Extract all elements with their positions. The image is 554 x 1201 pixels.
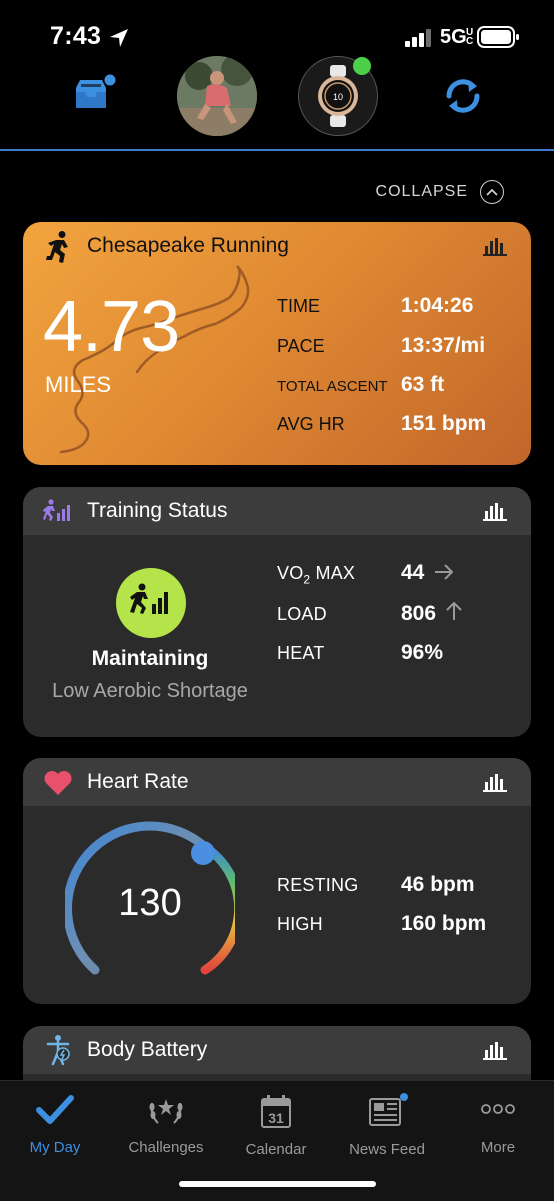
home-indicator bbox=[179, 1181, 376, 1187]
device-watch-button[interactable]: 10 bbox=[298, 56, 378, 136]
high-hr-label: HIGH bbox=[277, 914, 323, 934]
tab-label: More bbox=[480, 1139, 516, 1156]
arrow-right-icon bbox=[435, 564, 454, 580]
stat-label-time: TIME bbox=[277, 296, 320, 316]
collapse-button[interactable]: COLLAPSE bbox=[376, 180, 504, 204]
chart-icon[interactable] bbox=[483, 772, 507, 792]
sync-icon[interactable] bbox=[442, 76, 484, 116]
collapse-label: COLLAPSE bbox=[375, 183, 468, 200]
chart-icon[interactable] bbox=[483, 501, 507, 521]
chart-icon[interactable] bbox=[483, 236, 507, 256]
training-status-value: Maintaining bbox=[91, 647, 209, 670]
chevron-up-icon bbox=[480, 180, 504, 204]
stat-label-avg-hr: AVG HR bbox=[277, 414, 345, 434]
stat-label-ascent: TOTAL ASCENT bbox=[277, 378, 388, 395]
calendar-icon: 31 bbox=[261, 1095, 291, 1128]
stat-value-ascent: 63 ft bbox=[401, 373, 445, 396]
heat-label: HEAT bbox=[277, 643, 325, 663]
network-uc-glyph: UC bbox=[466, 27, 474, 47]
stat-value-pace: 13:37/mi bbox=[401, 334, 486, 357]
activity-distance-unit: MILES bbox=[45, 372, 112, 397]
top-nav-divider bbox=[0, 149, 554, 151]
high-hr-value: 160 bpm bbox=[401, 912, 487, 935]
training-status-subtitle: Low Aerobic Shortage bbox=[52, 680, 248, 702]
inbox-icon[interactable] bbox=[72, 74, 118, 116]
device-connected-dot bbox=[353, 57, 371, 75]
heart-rate-card[interactable]: Heart Rate 130 RESTING 46 bpm HIGH 160 b… bbox=[23, 758, 531, 1004]
tab-more[interactable]: More bbox=[443, 1093, 553, 1156]
vo2max-value: 44 bbox=[401, 561, 425, 584]
stat-value-avg-hr: 151 bpm bbox=[401, 412, 487, 435]
stat-value-time: 1:04:26 bbox=[401, 294, 474, 317]
check-icon bbox=[36, 1095, 74, 1124]
chart-icon[interactable] bbox=[483, 1040, 507, 1060]
location-arrow-icon bbox=[110, 29, 128, 47]
battery-icon bbox=[477, 26, 519, 48]
heart-rate-current: 130 bbox=[118, 882, 182, 924]
signal-bars-icon bbox=[405, 29, 431, 47]
arrow-up-icon bbox=[446, 601, 462, 620]
maintaining-icon bbox=[130, 583, 168, 614]
more-icon bbox=[481, 1104, 515, 1114]
training-status-title: Training Status bbox=[87, 499, 228, 522]
calendar-day: 31 bbox=[268, 1110, 284, 1126]
activity-card[interactable]: Chesapeake Running 4.73 MILES TIME 1:04:… bbox=[23, 222, 531, 465]
avatar-photo bbox=[177, 56, 257, 136]
body-battery-icon bbox=[46, 1035, 70, 1066]
tab-label: Challenges bbox=[128, 1139, 204, 1156]
body-battery-title: Body Battery bbox=[87, 1038, 208, 1061]
heart-icon bbox=[44, 771, 72, 795]
status-time: 7:43 bbox=[50, 22, 102, 50]
newspaper-icon bbox=[369, 1093, 408, 1126]
load-value: 806 bbox=[401, 602, 437, 625]
training-status-card[interactable]: Training Status Maintaining Low Aerobic … bbox=[23, 487, 531, 737]
training-status-badge bbox=[116, 568, 186, 638]
user-avatar[interactable] bbox=[177, 56, 257, 136]
tab-label: Calendar bbox=[245, 1141, 307, 1158]
vo2max-label: VO2 MAX bbox=[277, 563, 356, 587]
tab-calendar[interactable]: 31 Calendar bbox=[221, 1093, 331, 1158]
heat-value: 96% bbox=[401, 641, 444, 664]
tab-challenges[interactable]: Challenges bbox=[111, 1093, 221, 1156]
network-label: 5G bbox=[440, 26, 467, 48]
laurel-icon bbox=[149, 1099, 183, 1124]
resting-hr-label: RESTING bbox=[277, 875, 359, 895]
heart-rate-title: Heart Rate bbox=[87, 770, 189, 793]
tab-news-feed[interactable]: News Feed bbox=[332, 1093, 442, 1158]
svg-text:10: 10 bbox=[333, 92, 343, 102]
resting-hr-value: 46 bpm bbox=[401, 873, 475, 896]
training-status-icon bbox=[43, 499, 70, 521]
activity-distance: 4.73 bbox=[43, 287, 180, 367]
tab-my-day[interactable]: My Day bbox=[0, 1093, 110, 1156]
tab-label: News Feed bbox=[349, 1141, 425, 1158]
stat-label-pace: PACE bbox=[277, 336, 325, 356]
activity-title: Chesapeake Running bbox=[87, 234, 289, 257]
load-label: LOAD bbox=[277, 604, 327, 624]
tab-label: My Day bbox=[29, 1139, 81, 1156]
running-icon bbox=[46, 231, 68, 263]
